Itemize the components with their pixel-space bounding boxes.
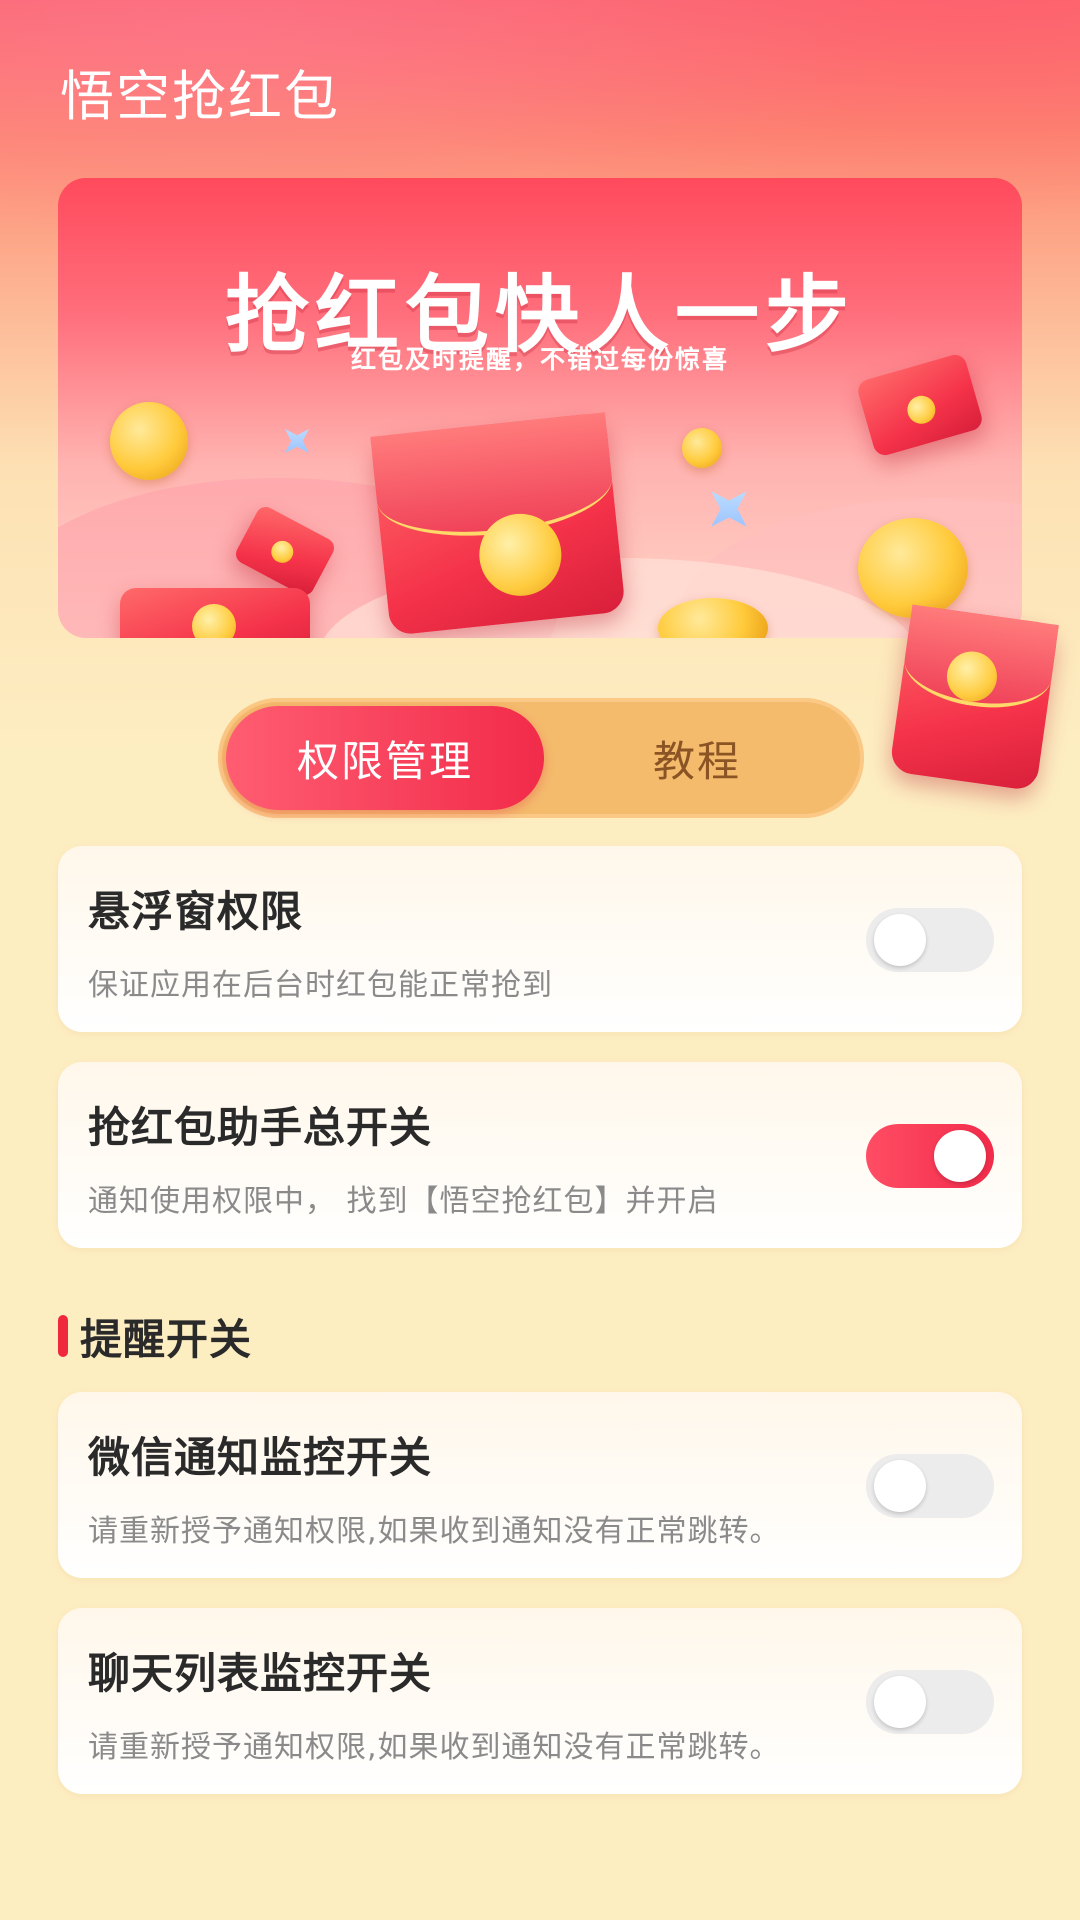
red-envelope-icon [370,412,626,636]
banner-subtitle: 红包及时提醒，不错过每份惊喜 [350,345,729,374]
card-title: 聊天列表监控开关 [88,1649,433,1698]
section-marker [58,1315,68,1357]
red-envelope-icon [120,588,310,638]
reminder-section-header: 提醒开关 [58,1306,252,1366]
master-switch-card: 抢红包助手总开关 通知使用权限中， 找到【悟空抢红包】并开启 [58,1062,1022,1248]
floating-window-permission-card: 悬浮窗权限 保证应用在后台时红包能正常抢到 [58,846,1022,1032]
master-switch-toggle[interactable] [866,1124,994,1188]
card-description: 请重新授予通知权限,如果收到通知没有正常跳转。 [88,1730,781,1765]
wechat-notification-monitor-card: 微信通知监控开关 请重新授予通知权限,如果收到通知没有正常跳转。 [58,1392,1022,1578]
floating-window-toggle[interactable] [866,908,994,972]
promo-banner[interactable]: 抢红包快人一步 红包及时提醒，不错过每份惊喜 [58,178,1022,638]
app-title: 悟空抢红包 [60,65,340,128]
toggle-knob [874,1676,926,1728]
toggle-knob [874,914,926,966]
red-envelope-icon [889,604,1059,792]
tab-permission-management[interactable]: 权限管理 [226,706,544,810]
coin-icon [110,402,188,480]
sparkle-icon [273,417,321,465]
card-description: 请重新授予通知权限,如果收到通知没有正常跳转。 [88,1514,781,1549]
toggle-knob [934,1130,986,1182]
tab-tutorial[interactable]: 教程 [538,706,856,810]
card-title: 微信通知监控开关 [88,1433,433,1482]
chat-list-monitor-card: 聊天列表监控开关 请重新授予通知权限,如果收到通知没有正常跳转。 [58,1608,1022,1794]
toggle-knob [874,1460,926,1512]
wechat-notification-toggle[interactable] [866,1454,994,1518]
card-title: 抢红包助手总开关 [88,1103,433,1152]
tab-bar: 权限管理 教程 [218,698,864,818]
coin-icon [858,518,968,618]
section-title: 提醒开关 [80,1314,253,1364]
card-description: 保证应用在后台时红包能正常抢到 [88,968,553,1003]
chat-list-toggle[interactable] [866,1670,994,1734]
card-description: 通知使用权限中， 找到【悟空抢红包】并开启 [88,1184,719,1219]
card-title: 悬浮窗权限 [88,887,304,936]
coin-icon [682,428,722,468]
